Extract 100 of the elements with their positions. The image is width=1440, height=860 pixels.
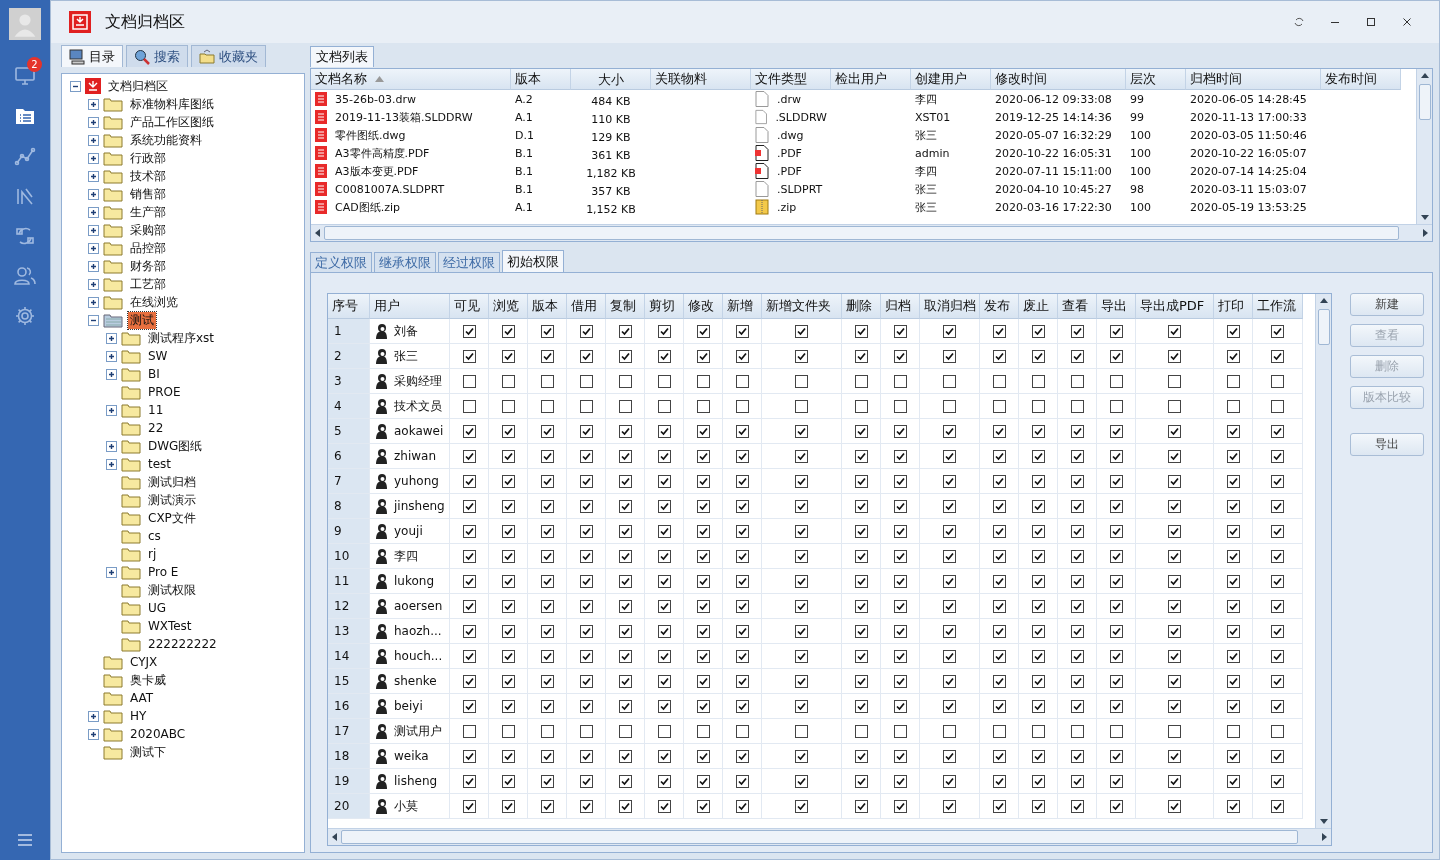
checkbox[interactable] bbox=[462, 674, 476, 688]
checkbox[interactable] bbox=[735, 624, 749, 638]
checkbox[interactable] bbox=[1271, 749, 1284, 763]
checkbox[interactable] bbox=[1168, 699, 1181, 713]
column-header[interactable]: 复制 bbox=[606, 294, 645, 319]
checkbox[interactable] bbox=[657, 449, 671, 463]
checkbox[interactable] bbox=[618, 574, 632, 588]
checkbox[interactable] bbox=[893, 474, 907, 488]
tree-item[interactable]: Pro E bbox=[146, 565, 181, 579]
checkbox[interactable] bbox=[1168, 474, 1181, 488]
tree-item[interactable]: 行政部 bbox=[128, 149, 168, 167]
checkbox[interactable] bbox=[657, 624, 671, 638]
checkbox[interactable] bbox=[992, 449, 1006, 463]
checkbox[interactable] bbox=[657, 674, 671, 688]
checkbox[interactable] bbox=[618, 674, 632, 688]
checkbox[interactable] bbox=[943, 474, 956, 488]
checkbox[interactable] bbox=[854, 624, 868, 638]
checkbox[interactable] bbox=[1168, 499, 1181, 513]
checkbox[interactable] bbox=[854, 424, 868, 438]
checkbox[interactable] bbox=[893, 549, 907, 563]
column-header[interactable]: 归档 bbox=[881, 294, 920, 319]
expand-icon[interactable] bbox=[106, 440, 117, 452]
column-header[interactable]: 剪切 bbox=[645, 294, 684, 319]
action-button[interactable]: 新建 bbox=[1350, 293, 1424, 316]
checkbox[interactable] bbox=[1109, 324, 1123, 338]
checkbox[interactable] bbox=[943, 674, 956, 688]
checkbox[interactable] bbox=[657, 799, 671, 813]
checkbox[interactable] bbox=[1070, 424, 1084, 438]
checkbox[interactable] bbox=[795, 699, 808, 713]
checkbox[interactable] bbox=[1031, 649, 1045, 663]
column-header[interactable]: 可见 bbox=[450, 294, 489, 319]
checkbox[interactable] bbox=[501, 774, 515, 788]
expand-icon[interactable] bbox=[88, 206, 99, 218]
tree-item[interactable]: 采购部 bbox=[128, 221, 168, 239]
tree-item[interactable]: 22 bbox=[146, 421, 166, 435]
tree-item[interactable]: 测试程序xst bbox=[146, 329, 217, 347]
checkbox[interactable] bbox=[618, 449, 632, 463]
tree-item[interactable]: 222222222 bbox=[146, 637, 219, 651]
scroll-thumb[interactable] bbox=[1317, 309, 1330, 345]
checkbox[interactable] bbox=[618, 499, 632, 513]
checkbox[interactable] bbox=[501, 649, 515, 663]
checkbox[interactable] bbox=[992, 624, 1006, 638]
checkbox[interactable] bbox=[462, 649, 476, 663]
navigator-tab[interactable]: 收藏夹 bbox=[191, 45, 266, 67]
column-header[interactable]: 版本 bbox=[511, 69, 571, 90]
checkbox[interactable] bbox=[943, 399, 956, 413]
checkbox[interactable] bbox=[462, 499, 476, 513]
tree-item[interactable]: 产品工作区图纸 bbox=[128, 113, 216, 131]
checkbox[interactable] bbox=[1271, 474, 1284, 488]
line-chart-icon[interactable] bbox=[14, 145, 36, 167]
checkbox[interactable] bbox=[618, 399, 632, 413]
checkbox[interactable] bbox=[1109, 724, 1123, 738]
checkbox[interactable] bbox=[1031, 599, 1045, 613]
checkbox[interactable] bbox=[618, 374, 632, 388]
checkbox[interactable] bbox=[579, 724, 593, 738]
checkbox[interactable] bbox=[1070, 674, 1084, 688]
checkbox[interactable] bbox=[1070, 549, 1084, 563]
checkbox[interactable] bbox=[1168, 749, 1181, 763]
checkbox[interactable] bbox=[795, 624, 808, 638]
checkbox[interactable] bbox=[1168, 349, 1181, 363]
checkbox[interactable] bbox=[1271, 674, 1284, 688]
checkbox[interactable] bbox=[1109, 799, 1123, 813]
checkbox[interactable] bbox=[1168, 524, 1181, 538]
checkbox[interactable] bbox=[795, 474, 808, 488]
checkbox[interactable] bbox=[854, 499, 868, 513]
checkbox[interactable] bbox=[735, 424, 749, 438]
expand-icon[interactable] bbox=[106, 332, 117, 344]
checkbox[interactable] bbox=[893, 649, 907, 663]
checkbox[interactable] bbox=[462, 549, 476, 563]
permission-tab[interactable]: 定义权限 bbox=[310, 252, 372, 272]
column-header[interactable]: 归档时间 bbox=[1186, 69, 1321, 90]
checkbox[interactable] bbox=[696, 574, 710, 588]
checkbox[interactable] bbox=[992, 549, 1006, 563]
checkbox[interactable] bbox=[1226, 424, 1240, 438]
checkbox[interactable] bbox=[657, 474, 671, 488]
checkbox[interactable] bbox=[462, 374, 476, 388]
checkbox[interactable] bbox=[618, 774, 632, 788]
checkbox[interactable] bbox=[854, 724, 868, 738]
checkbox[interactable] bbox=[657, 749, 671, 763]
tree-item[interactable]: 2020ABC bbox=[128, 727, 188, 741]
tree-item[interactable]: test bbox=[146, 457, 174, 471]
tree-item[interactable]: 工艺部 bbox=[128, 275, 168, 293]
checkbox[interactable] bbox=[943, 349, 956, 363]
checkbox[interactable] bbox=[992, 724, 1006, 738]
checkbox[interactable] bbox=[1109, 649, 1123, 663]
checkbox[interactable] bbox=[992, 574, 1006, 588]
checkbox[interactable] bbox=[795, 399, 808, 413]
checkbox[interactable] bbox=[1109, 374, 1123, 388]
checkbox[interactable] bbox=[854, 549, 868, 563]
checkbox[interactable] bbox=[657, 524, 671, 538]
checkbox[interactable] bbox=[735, 599, 749, 613]
checkbox[interactable] bbox=[1031, 699, 1045, 713]
checkbox[interactable] bbox=[501, 749, 515, 763]
checkbox[interactable] bbox=[579, 349, 593, 363]
checkbox[interactable] bbox=[696, 399, 710, 413]
checkbox[interactable] bbox=[1226, 749, 1240, 763]
checkbox[interactable] bbox=[696, 524, 710, 538]
column-header[interactable]: 查看 bbox=[1058, 294, 1097, 319]
checkbox[interactable] bbox=[1070, 599, 1084, 613]
checkbox[interactable] bbox=[696, 624, 710, 638]
